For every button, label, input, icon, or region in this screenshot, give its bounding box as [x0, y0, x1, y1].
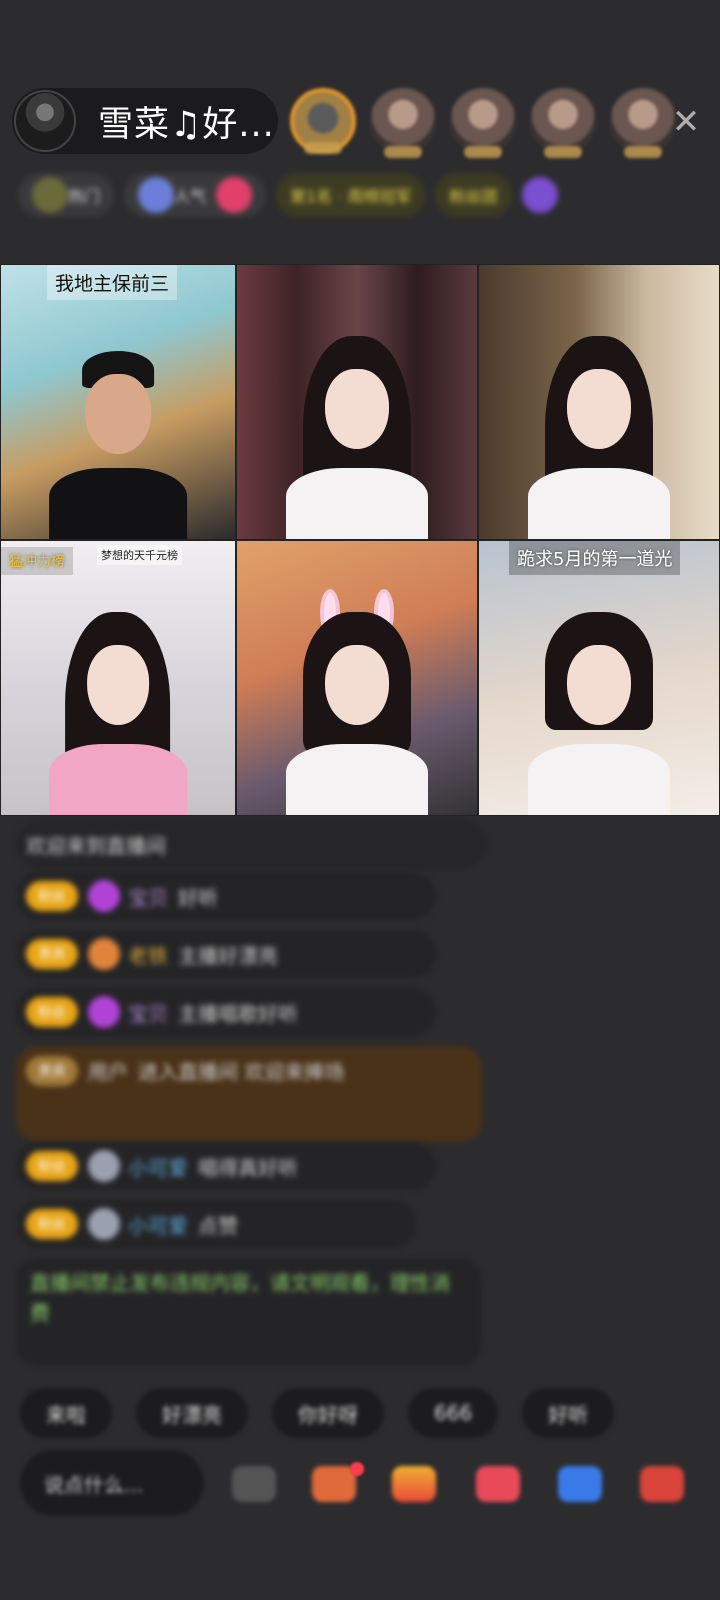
info-strip: 热门 人气 第1名 · 周榜冠军 粉丝团	[18, 170, 702, 220]
gift-icon[interactable]	[476, 1466, 520, 1502]
info-chip[interactable]: 人气	[124, 173, 267, 217]
chat-message[interactable]: 贵宾 老铁 主播好漂亮	[16, 930, 436, 978]
tile-label: 我地主保前三	[47, 265, 178, 300]
host-avatar[interactable]	[14, 90, 76, 152]
guest-video	[273, 579, 441, 815]
viewer-avatar[interactable]	[290, 88, 356, 154]
close-icon[interactable]: ✕	[664, 100, 708, 144]
chat-notice: 直播间禁止发布违规内容，请文明观看，理性消费	[16, 1258, 482, 1366]
guest-video	[515, 579, 683, 815]
tile-label: 跪求5月的第一道光	[509, 541, 681, 575]
emoji-icon[interactable]	[232, 1466, 276, 1502]
video-tile[interactable]: 我地主保前三	[0, 264, 236, 540]
video-tile[interactable]: 猛冲力榜 梦想的天千元榜	[0, 540, 236, 816]
video-tile[interactable]	[478, 264, 720, 540]
gift-icon[interactable]	[521, 177, 558, 213]
chat-message[interactable]: 粉丝 小可爱 点赞	[16, 1200, 416, 1248]
video-tile[interactable]	[236, 540, 478, 816]
notification-dot	[350, 1462, 364, 1476]
more-icon[interactable]	[640, 1466, 684, 1502]
guest-video	[36, 579, 200, 815]
lottery-icon[interactable]	[392, 1466, 436, 1502]
info-chip[interactable]: 热门	[18, 173, 115, 217]
chat-message[interactable]: 粉丝 宝贝 好听	[16, 872, 436, 920]
share-icon[interactable]	[558, 1466, 602, 1502]
chat-system-line: 欢迎来到直播间	[16, 820, 486, 868]
chat-message[interactable]: 粉丝 小可爱 唱得真好听	[16, 1142, 436, 1190]
tile-label: 猛冲力榜	[1, 547, 73, 575]
guest-video	[273, 303, 441, 539]
comment-input[interactable]: 说点什么...	[20, 1450, 204, 1516]
guest-video	[515, 303, 683, 539]
fan-club-chip[interactable]: 粉丝团	[435, 173, 512, 217]
viewer-avatar[interactable]	[370, 88, 436, 158]
host-name: 雪菜♫好...	[98, 104, 275, 145]
bottom-action-bar: 说点什么...	[20, 1450, 720, 1532]
viewer-avatar[interactable]	[530, 88, 596, 158]
quick-reply-bar: 来啦 好漂亮 你好呀 666 好听	[20, 1388, 615, 1438]
top-viewers-list	[290, 88, 676, 158]
multi-guest-video-grid: 我地主保前三 猛冲力榜 梦想的天千元榜 跪求5月的第一道光	[0, 264, 720, 816]
live-room-screen: 雪菜♫好... ✕ 热门 人气 第1名 · 周榜冠军 粉丝团 我地主保前三 猛冲…	[0, 0, 720, 1600]
chat-message-highlight[interactable]: 贵宾 用户 进入直播间 欢迎来捧场	[16, 1046, 482, 1142]
viewer-avatar[interactable]	[450, 88, 516, 158]
video-tile[interactable]	[236, 264, 478, 540]
quick-reply-button[interactable]: 好漂亮	[136, 1388, 248, 1438]
guest-video	[36, 303, 200, 539]
quick-reply-button[interactable]: 666	[408, 1388, 499, 1438]
rank-chip[interactable]: 第1名 · 周榜冠军	[276, 173, 426, 217]
tile-label: 梦想的天千元榜	[97, 545, 182, 565]
host-info-pill[interactable]: 雪菜♫好...	[12, 88, 278, 154]
quick-reply-button[interactable]: 你好呀	[272, 1388, 384, 1438]
video-tile[interactable]: 跪求5月的第一道光	[478, 540, 720, 816]
chat-message[interactable]: 粉丝 宝贝 主播唱歌好听	[16, 988, 436, 1036]
task-icon[interactable]	[312, 1466, 356, 1502]
quick-reply-button[interactable]: 来啦	[20, 1388, 112, 1438]
quick-reply-button[interactable]: 好听	[522, 1388, 615, 1438]
